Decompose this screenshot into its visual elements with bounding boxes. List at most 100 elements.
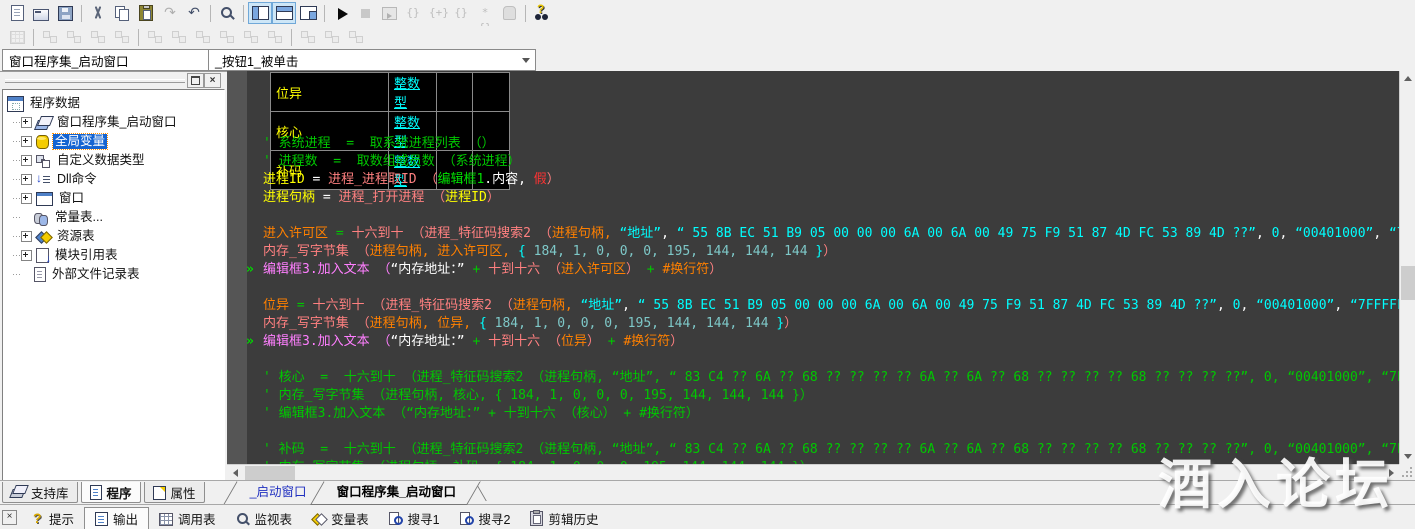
new-file-button[interactable] (5, 2, 29, 24)
output-tab[interactable]: 搜寻2 (450, 508, 521, 529)
code-line[interactable]: ' 进程数 = 取数组成员数 （系统进程） (227, 153, 1399, 171)
panel-tab-property[interactable]: 属性 (144, 482, 205, 503)
event-combobox[interactable]: _按钮1_被单击 (208, 49, 536, 71)
variable-name-cell[interactable]: 位异 (271, 73, 389, 112)
output-tab[interactable]: 搜寻1 (379, 508, 450, 529)
variable-type-cell[interactable]: 整数型 (389, 73, 437, 112)
panel-tab-program[interactable]: 程序 (81, 482, 141, 503)
code-line[interactable]: 进程ID = 进程_进程取ID （编辑框1.内容, 假） (227, 171, 1399, 189)
expander-icon[interactable] (21, 136, 32, 147)
equal-vertical-button[interactable] (263, 26, 287, 48)
expander-icon[interactable] (21, 250, 32, 261)
code-line[interactable] (227, 279, 1399, 297)
code-line[interactable] (227, 423, 1399, 441)
code-line[interactable]: ' 内存_写字节集 （进程句柄, 核心, { 184, 1, 0, 0, 0, … (227, 387, 1399, 405)
undo-button[interactable]: ↶ (182, 2, 206, 24)
code-line[interactable] (227, 351, 1399, 369)
find-button[interactable] (215, 2, 239, 24)
close-output-button[interactable]: × (2, 510, 17, 525)
output-tab[interactable]: 监视表 (226, 508, 303, 529)
expander-icon[interactable] (21, 231, 32, 242)
run-button[interactable] (329, 2, 353, 24)
panel-right-button[interactable] (296, 2, 320, 24)
scroll-down-button[interactable] (1400, 449, 1415, 464)
align-top-button[interactable] (86, 26, 110, 48)
expander-icon[interactable] (21, 174, 32, 185)
code-line[interactable]: ' 系统进程 = 取系统进程列表 （） (227, 135, 1399, 153)
tree-panel-header[interactable]: × (2, 73, 223, 88)
center-vertical-button[interactable] (167, 26, 191, 48)
run-to-cursor-button[interactable]: *{} (473, 2, 497, 24)
equal-horizontal-button[interactable] (239, 26, 263, 48)
code-line[interactable]: 位异 = 十六到十 （进程_特征码搜索2 （进程句柄, “地址”, “ 55 8… (227, 297, 1399, 315)
output-tab[interactable]: 输出 (84, 507, 149, 529)
output-tab[interactable]: 提示 (20, 508, 84, 529)
panel-bottom-button[interactable] (272, 2, 296, 24)
tree-item[interactable]: 全局变量 (3, 132, 224, 151)
paste-button[interactable] (134, 2, 158, 24)
same-width-button[interactable] (296, 26, 320, 48)
tree-root[interactable]: 程序数据 (3, 94, 224, 113)
tree-item[interactable]: Dll命令 (3, 170, 224, 189)
step-over-button[interactable]: {+} (425, 2, 449, 24)
expander-icon[interactable] (21, 155, 32, 166)
tree-item[interactable]: 模块引用表 (3, 246, 224, 265)
variable-type-link[interactable]: 整数型 (394, 77, 420, 111)
tree-item[interactable]: 外部文件记录表 (3, 265, 224, 284)
code-editor[interactable]: 位异整数型核心整数型补码整数型 ' 系统进程 = 取系统进程列表 （）' 进程数… (227, 71, 1399, 464)
code-line[interactable] (227, 207, 1399, 225)
empty-cell[interactable] (473, 73, 510, 112)
same-height-button[interactable] (320, 26, 344, 48)
code-line[interactable]: »编辑框3.加入文本 （“内存地址：” + 十到十六 （进入许可区） + #换行… (227, 261, 1399, 279)
step-out-button[interactable]: {} (449, 2, 473, 24)
code-line[interactable]: ' 核心 = 十六到十 （进程_特征码搜索2 （进程句柄, “地址”, “ 83… (227, 369, 1399, 387)
copy-button[interactable] (110, 2, 134, 24)
help-find-button[interactable] (530, 2, 554, 24)
same-size-button[interactable] (344, 26, 368, 48)
space-down-button[interactable] (215, 26, 239, 48)
scroll-up-button[interactable] (1400, 71, 1415, 86)
assembly-combobox[interactable]: 窗口程序集_启动窗口 (2, 49, 233, 71)
pause-button[interactable] (497, 2, 521, 24)
center-horizontal-button[interactable] (143, 26, 167, 48)
output-tab[interactable]: 调用表 (149, 508, 226, 529)
tree-item[interactable]: 窗口程序集_启动窗口 (3, 113, 224, 132)
stop-button[interactable] (353, 2, 377, 24)
tree-item[interactable]: 常量表... (3, 208, 224, 227)
code-line[interactable]: 进入许可区 = 十六到十 （进程_特征码搜索2 （进程句柄, “地址”, “ 5… (227, 225, 1399, 243)
float-panel-button[interactable] (187, 73, 204, 88)
code-line[interactable]: ' 编辑框3.加入文本 （“内存地址：” + 十到十六 （核心） + #换行符） (227, 405, 1399, 423)
close-panel-button[interactable]: × (204, 73, 221, 88)
cut-button[interactable] (86, 2, 110, 24)
code-line[interactable]: 内存_写字节集 （进程句柄, 进入许可区, { 184, 1, 0, 0, 0,… (227, 243, 1399, 261)
output-tab[interactable]: 剪辑历史 (520, 508, 608, 529)
code-line[interactable]: »编辑框3.加入文本 （“内存地址：” + 十到十六 （位异） + #换行符） (227, 333, 1399, 351)
grid-button[interactable] (5, 26, 29, 48)
panel-tab-library[interactable]: 支持库 (2, 482, 78, 503)
debug-run-button[interactable] (377, 2, 401, 24)
scroll-left-button[interactable] (227, 465, 243, 480)
vertical-scrollbar[interactable] (1399, 71, 1415, 464)
space-across-button[interactable] (191, 26, 215, 48)
horizontal-scroll-thumb[interactable] (245, 466, 295, 480)
align-bottom-button[interactable] (110, 26, 134, 48)
open-file-button[interactable] (29, 2, 53, 24)
expander-icon[interactable] (21, 193, 32, 204)
step-into-button[interactable]: {} (401, 2, 425, 24)
expander-icon[interactable] (21, 117, 32, 128)
vertical-scroll-thumb[interactable] (1401, 266, 1415, 300)
code-line[interactable]: 内存_写字节集 （进程句柄, 位异, { 184, 1, 0, 0, 0, 19… (227, 315, 1399, 333)
document-tab[interactable]: 窗口程序集_启动窗口 (310, 481, 481, 505)
align-right-button[interactable] (62, 26, 86, 48)
resize-grip[interactable] (1399, 464, 1415, 480)
panel-left-button[interactable] (248, 2, 272, 24)
tree-item[interactable]: 窗口 (3, 189, 224, 208)
output-tab[interactable]: 变量表 (302, 508, 379, 529)
tree-item[interactable]: 资源表 (3, 227, 224, 246)
align-left-button[interactable] (38, 26, 62, 48)
tree-item[interactable]: 自定义数据类型 (3, 151, 224, 170)
save-file-button[interactable] (53, 2, 77, 24)
redo-button[interactable]: ↷ (158, 2, 182, 24)
code-line[interactable]: 进程句柄 = 进程_打开进程 （进程ID） (227, 189, 1399, 207)
empty-cell[interactable] (437, 73, 473, 112)
